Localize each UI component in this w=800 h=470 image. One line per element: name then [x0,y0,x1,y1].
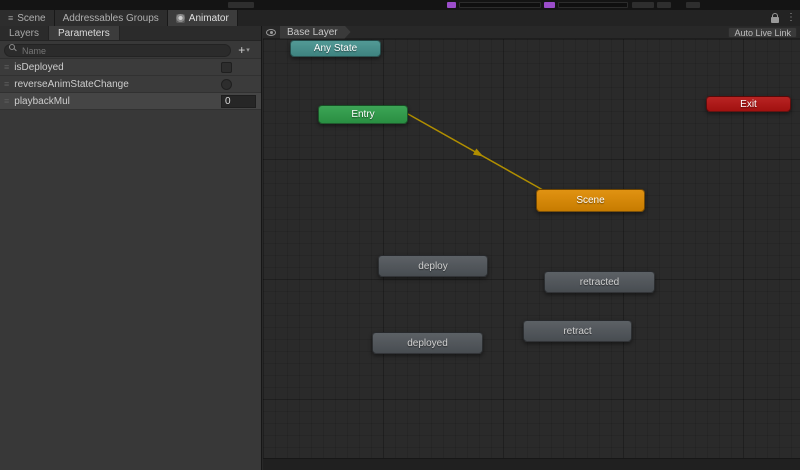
parameter-control [221,61,256,74]
drag-handle-icon: ≡ [4,80,9,89]
drag-handle-icon: ≡ [4,63,9,72]
tab-label: Scene [17,13,45,24]
animator-left-panel: Layers Parameters + ▾ ≡ isDeployed ≡ rev… [0,26,262,470]
search-icon [9,44,15,50]
tab-label: Animator [189,13,229,24]
graph-status-bar [263,458,800,470]
tab-layers[interactable]: Layers [0,26,49,40]
breadcrumb-base-layer[interactable]: Base Layer [280,26,351,39]
state-node-exit[interactable]: Exit [706,96,791,112]
services-icon[interactable] [544,2,555,8]
state-node-deployed[interactable]: deployed [372,332,483,354]
graph-canvas[interactable]: Any State Entry Exit Scene deploy retracted re… [263,39,800,458]
state-node-retracted[interactable]: retracted [544,271,655,293]
parameter-name: playbackMul [14,96,70,107]
parameter-value-field[interactable]: 0 [221,95,256,108]
parameter-control: 0 [221,95,256,108]
parameter-row[interactable]: ≡ reverseAnimStateChange [0,76,261,93]
search-field[interactable] [558,2,628,8]
animator-graph-panel: Base Layer Auto Live Link Any State Entry… [263,26,800,470]
parameter-row[interactable]: ≡ playbackMul 0 [0,93,261,110]
state-node-scene[interactable]: Scene [536,189,645,212]
chevron-down-icon: ▾ [246,46,250,54]
plus-icon: + [238,44,245,56]
layout-dropdown[interactable] [657,2,671,8]
kebab-menu-icon[interactable]: ⋮ [786,13,796,23]
tab-label: Parameters [58,28,110,39]
toolbar-item[interactable] [686,2,700,8]
state-node-retract[interactable]: retract [523,320,632,342]
parameter-trigger-radio[interactable] [221,79,232,90]
add-parameter-button[interactable]: + ▾ [231,44,257,56]
parameter-checkbox[interactable] [221,62,232,73]
hamburger-icon: ≡ [8,14,13,23]
tab-label: Addressables Groups [63,13,159,24]
parameter-row[interactable]: ≡ isDeployed [0,59,261,76]
state-node-any-state[interactable]: Any State [290,40,381,57]
collab-icon[interactable] [447,2,456,8]
parameter-list: ≡ isDeployed ≡ reverseAnimStateChange ≡ … [0,59,261,110]
auto-live-link-button[interactable]: Auto Live Link [728,27,797,38]
tab-label: Layers [9,28,39,39]
eye-icon[interactable] [266,29,276,36]
account-dropdown[interactable] [459,2,541,8]
tab-addressables-groups[interactable]: Addressables Groups [55,10,168,26]
tab-scene[interactable]: ≡ Scene [0,10,55,26]
parameter-control [221,78,256,91]
layers-dropdown[interactable] [632,2,654,8]
play-controls[interactable] [228,2,254,8]
lock-icon[interactable] [771,17,779,23]
graph-toolbar: Base Layer Auto Live Link [263,26,800,39]
drag-handle-icon: ≡ [4,97,9,106]
tab-animator[interactable]: Animator [168,10,238,26]
state-node-deploy[interactable]: deploy [378,255,488,277]
left-panel-tabs: Layers Parameters [0,26,261,41]
pane-tab-bar: ≡ Scene Addressables Groups Animator ⋮ [0,10,800,26]
search-input[interactable] [4,44,231,57]
tab-parameters[interactable]: Parameters [49,26,120,40]
transition-arrow-icon [473,148,485,159]
parameter-search-row: + ▾ [0,41,261,59]
state-node-entry[interactable]: Entry [318,105,408,124]
parameter-name: isDeployed [14,62,63,73]
unity-main-toolbar [0,0,800,10]
animator-icon [176,14,185,23]
parameter-name: reverseAnimStateChange [14,79,129,90]
